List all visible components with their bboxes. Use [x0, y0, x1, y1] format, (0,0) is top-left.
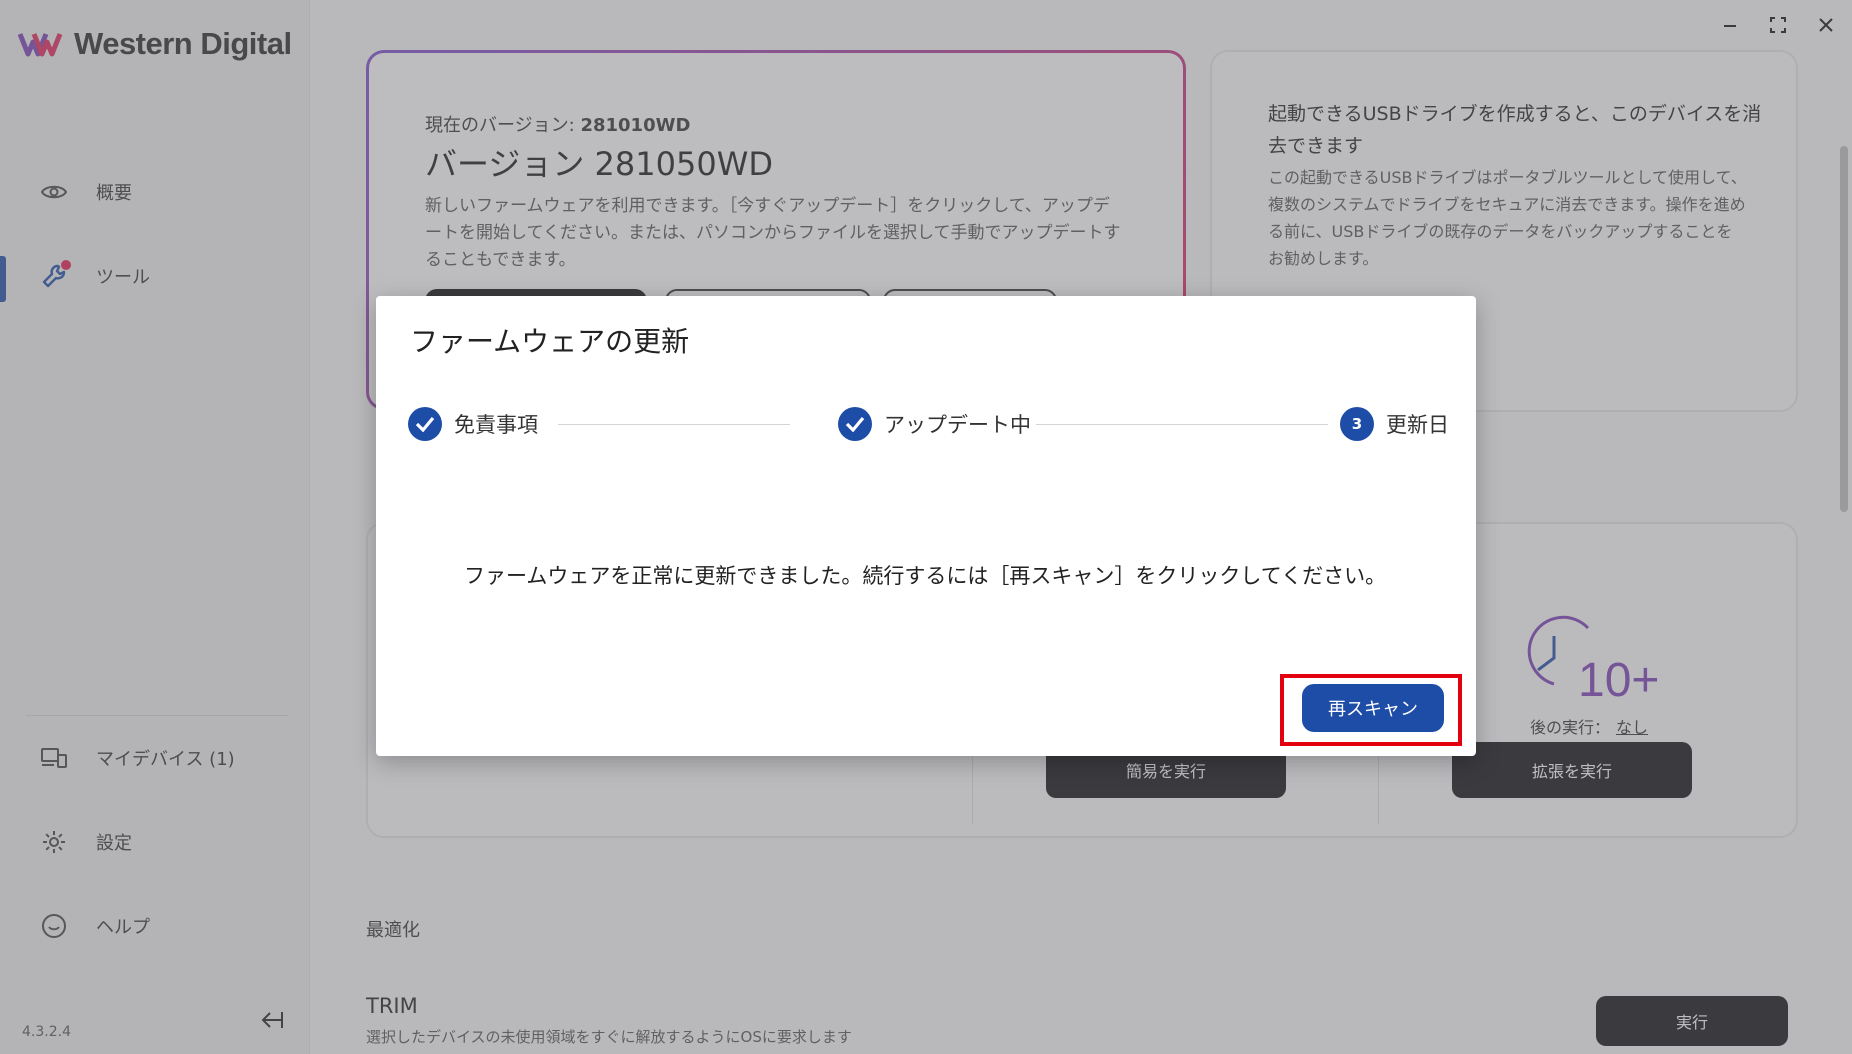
firmware-update-dialog: ファームウェアの更新 免責事項 アップデート中 3 更新日 ファームウェアを正常…	[376, 296, 1476, 756]
dialog-message: ファームウェアを正常に更新できました。続行するには［再スキャン］をクリックしてく…	[464, 564, 1387, 588]
dialog-title: ファームウェアの更新	[410, 325, 690, 358]
step-label: アップデート中	[884, 413, 1031, 437]
step-connector	[558, 424, 790, 425]
step-disclaimer: 免責事項	[408, 406, 538, 442]
step-updating: アップデート中	[838, 406, 1031, 442]
step-label: 更新日	[1386, 413, 1449, 437]
step-label: 免責事項	[454, 413, 538, 437]
step-updated: 3 更新日	[1340, 406, 1449, 442]
check-icon	[408, 407, 442, 441]
app-window: Western Digital 概要 ツール マイデバイス (1) 設定 ヘルプ…	[0, 0, 1852, 1054]
check-icon	[838, 407, 872, 441]
rescan-button[interactable]: 再スキャン	[1302, 684, 1444, 732]
step-connector	[1036, 424, 1328, 425]
stepper: 免責事項 アップデート中 3 更新日	[408, 406, 1464, 442]
step-number: 3	[1340, 407, 1374, 441]
